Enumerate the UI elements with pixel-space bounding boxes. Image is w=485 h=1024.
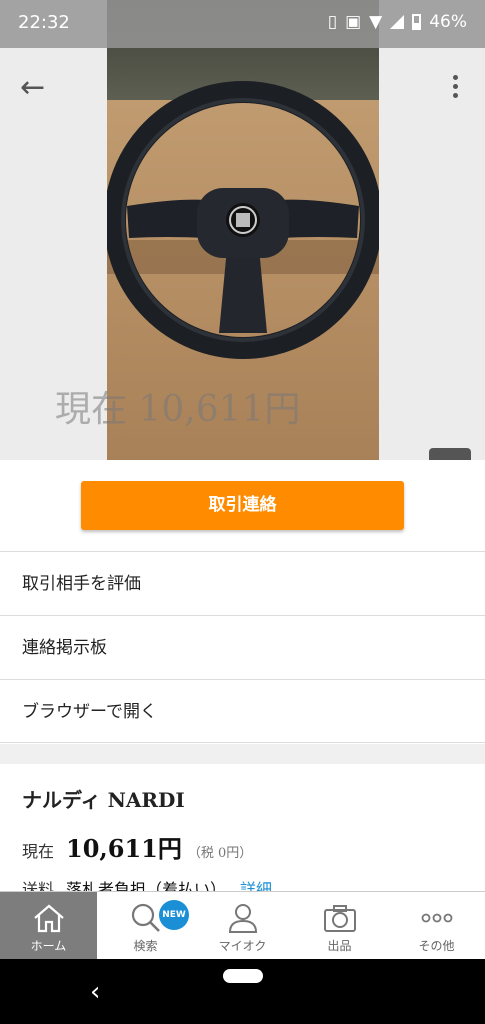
wifi-icon: ▼ — [369, 12, 383, 32]
system-navigation-bar: ‹ — [0, 959, 485, 1024]
battery-percent: 46% — [429, 12, 467, 32]
section-divider — [0, 744, 485, 764]
action-menu: 取引相手を評価 連絡掲示板 ブラウザーで開く — [0, 551, 485, 743]
back-arrow-icon[interactable]: ← — [20, 70, 56, 106]
more-vertical-icon[interactable] — [443, 72, 467, 102]
system-home-pill-icon[interactable] — [223, 969, 263, 983]
price-row: 現在 10,611円 （税 0円） — [22, 829, 463, 864]
tab-my-auction-label: マイオク — [218, 939, 267, 953]
camera-icon — [323, 905, 356, 932]
tax-note: （税 0円） — [187, 846, 253, 861]
person-icon — [228, 904, 257, 933]
tab-search-label: 検索 — [133, 939, 158, 953]
tab-home[interactable]: ホーム — [0, 892, 97, 960]
system-back-icon[interactable]: ‹ — [90, 977, 100, 1007]
tab-sell[interactable]: 出品 — [291, 892, 388, 960]
rate-partner-item[interactable]: 取引相手を評価 — [0, 551, 485, 615]
status-icons: ▯ ▣ ▼ 46% — [328, 12, 467, 32]
price-value: 10,611円 — [66, 834, 182, 863]
contact-seller-button[interactable]: 取引連絡 — [81, 481, 404, 530]
bottom-tab-bar: ホーム NEW 検索 マイオク 出品 その他 — [0, 891, 485, 960]
cast-icon: ▣ — [345, 12, 362, 32]
search-icon — [131, 903, 160, 932]
tab-home-label: ホーム — [30, 939, 67, 953]
price-label: 現在 — [22, 842, 55, 861]
item-info: ナルディ NARDI 現在 10,611円 （税 0円） 送料 落札者負担（着払… — [0, 764, 485, 899]
item-image-area[interactable]: ← 現在 10,611円 — [0, 0, 485, 460]
battery-icon — [412, 14, 422, 30]
tab-search[interactable]: NEW 検索 — [97, 892, 194, 960]
steering-wheel-image — [107, 81, 379, 359]
signal-icon — [390, 15, 405, 29]
item-title: ナルディ NARDI — [22, 788, 185, 812]
open-in-browser-item[interactable]: ブラウザーで開く — [0, 679, 485, 743]
image-corner-tab[interactable] — [429, 448, 471, 460]
home-icon — [33, 904, 64, 933]
new-badge: NEW — [159, 900, 189, 930]
tab-other[interactable]: その他 — [388, 892, 485, 960]
vibrate-icon: ▯ — [327, 12, 338, 32]
status-bar: 22:32 ▯ ▣ ▼ 46% — [0, 0, 485, 48]
tab-other-label: その他 — [418, 939, 455, 953]
tab-sell-label: 出品 — [327, 939, 352, 953]
price-overlay: 現在 10,611円 — [55, 389, 301, 430]
status-time: 22:32 — [18, 12, 70, 33]
tab-my-auction[interactable]: マイオク — [194, 892, 291, 960]
more-dots-icon — [421, 913, 452, 923]
message-board-item[interactable]: 連絡掲示板 — [0, 615, 485, 679]
